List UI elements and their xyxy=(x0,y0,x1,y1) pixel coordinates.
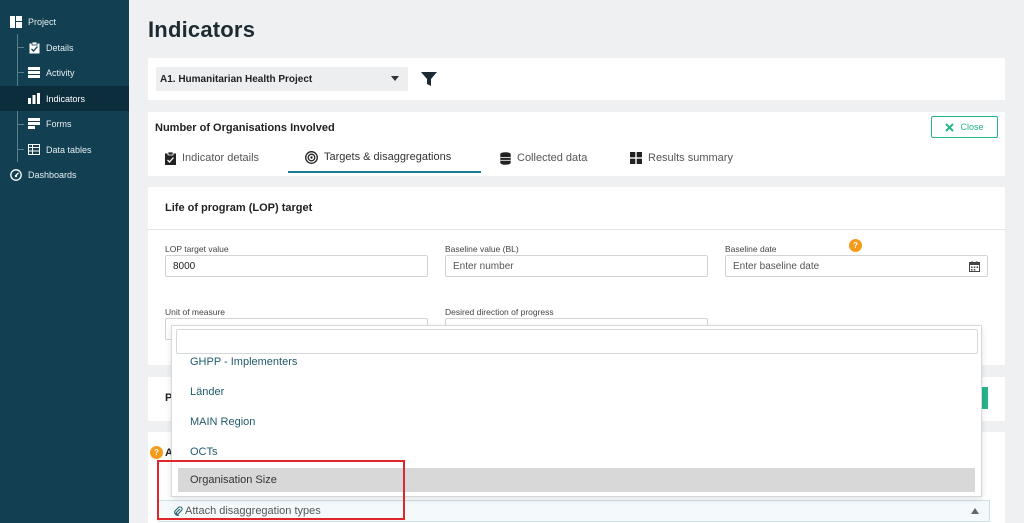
dropdown-option[interactable]: MAIN Region xyxy=(178,410,975,434)
tab-label: Results summary xyxy=(648,152,733,164)
unit-of-measure-label: Unit of measure xyxy=(165,307,225,317)
sidebar-item-data-tables[interactable]: Data tables xyxy=(28,137,129,162)
dropdown-option[interactable]: GHPP - Implementers xyxy=(178,350,975,374)
baseline-date-placeholder: Enter baseline date xyxy=(733,260,820,272)
bar-chart-icon xyxy=(28,93,40,105)
tab-label: Collected data xyxy=(517,152,588,164)
baseline-value-placeholder: Enter number xyxy=(453,260,514,272)
sidebar-item-forms[interactable]: Forms xyxy=(28,111,129,136)
nav-tree-tick xyxy=(17,124,24,125)
dropdown-option[interactable]: Länder xyxy=(178,380,975,404)
tab-label: Indicator details xyxy=(182,152,260,164)
list-icon xyxy=(28,67,40,79)
sidebar-dashboards-label: Dashboards xyxy=(28,169,77,180)
tab-label: Targets & disaggregations xyxy=(324,151,452,163)
help-badge[interactable]: ? xyxy=(849,239,862,252)
sidebar-item-activity[interactable]: Activity xyxy=(28,60,129,85)
table-icon xyxy=(28,144,40,156)
database-icon xyxy=(500,151,511,165)
dashboard-gauge-icon xyxy=(10,168,22,181)
lop-title: Life of program (LOP) target xyxy=(165,202,313,214)
caret-up-icon xyxy=(971,508,979,514)
close-icon xyxy=(945,122,955,132)
lop-target-value: 8000 xyxy=(173,260,196,272)
clipboard-icon xyxy=(165,151,176,165)
baseline-value-label: Baseline value (BL) xyxy=(445,244,519,254)
indicator-card: Number of Organisations Involved Close I… xyxy=(148,112,1005,176)
tab-targets-disaggregations[interactable]: Targets & disaggregations xyxy=(288,143,481,173)
tab-collected-data[interactable]: Collected data xyxy=(500,143,587,173)
project-icon xyxy=(10,15,22,28)
close-button[interactable]: Close xyxy=(931,116,998,138)
sidebar: Project Details Activity Indicators Form… xyxy=(0,0,129,523)
sidebar-item-label: Indicators xyxy=(46,93,86,104)
baseline-date-input[interactable]: Enter baseline date xyxy=(725,255,988,277)
divider xyxy=(148,229,1005,230)
filter-button[interactable] xyxy=(420,70,438,88)
lop-target-input[interactable]: 8000 xyxy=(165,255,428,277)
highlight-box xyxy=(157,460,405,520)
sidebar-item-label: Data tables xyxy=(46,144,92,155)
nav-tree-tick xyxy=(17,72,24,73)
forms-icon xyxy=(28,118,40,130)
project-select-value: A1. Humanitarian Health Project xyxy=(160,73,313,85)
page-title: Indicators xyxy=(148,17,256,42)
sidebar-item-label: Forms xyxy=(46,118,72,129)
sidebar-item-project[interactable]: Project xyxy=(10,9,129,34)
indicator-name: Number of Organisations Involved xyxy=(155,122,335,134)
sidebar-item-label: Activity xyxy=(46,67,75,78)
baseline-date-label: Baseline date xyxy=(725,244,777,254)
project-select[interactable]: A1. Humanitarian Health Project xyxy=(156,67,408,91)
calendar-icon xyxy=(969,261,980,272)
sidebar-project-label: Project xyxy=(28,16,57,27)
sidebar-item-dashboards[interactable]: Dashboards xyxy=(10,162,129,187)
grid-icon xyxy=(630,152,642,164)
tab-indicator-details[interactable]: Indicator details xyxy=(165,143,259,173)
direction-of-progress-label: Desired direction of progress xyxy=(445,307,554,317)
nav-tree-tick xyxy=(17,47,24,48)
target-icon xyxy=(305,150,318,164)
project-card: A1. Humanitarian Health Project xyxy=(148,58,1005,100)
close-button-label: Close xyxy=(960,122,984,132)
nav-tree-tick xyxy=(17,149,24,150)
sidebar-item-indicators[interactable]: Indicators xyxy=(0,86,129,111)
lop-target-label: LOP target value xyxy=(165,244,229,254)
filter-icon xyxy=(421,72,437,86)
sidebar-item-details[interactable]: Details xyxy=(28,35,129,60)
tab-results-summary[interactable]: Results summary xyxy=(630,143,733,173)
clipboard-icon xyxy=(28,41,40,54)
baseline-value-input[interactable]: Enter number xyxy=(445,255,708,277)
help-badge[interactable]: ? xyxy=(150,446,163,459)
indicator-tabs: Indicator details Targets & disaggregati… xyxy=(148,143,1005,173)
sidebar-item-label: Details xyxy=(46,42,74,53)
caret-down-icon xyxy=(391,76,399,81)
